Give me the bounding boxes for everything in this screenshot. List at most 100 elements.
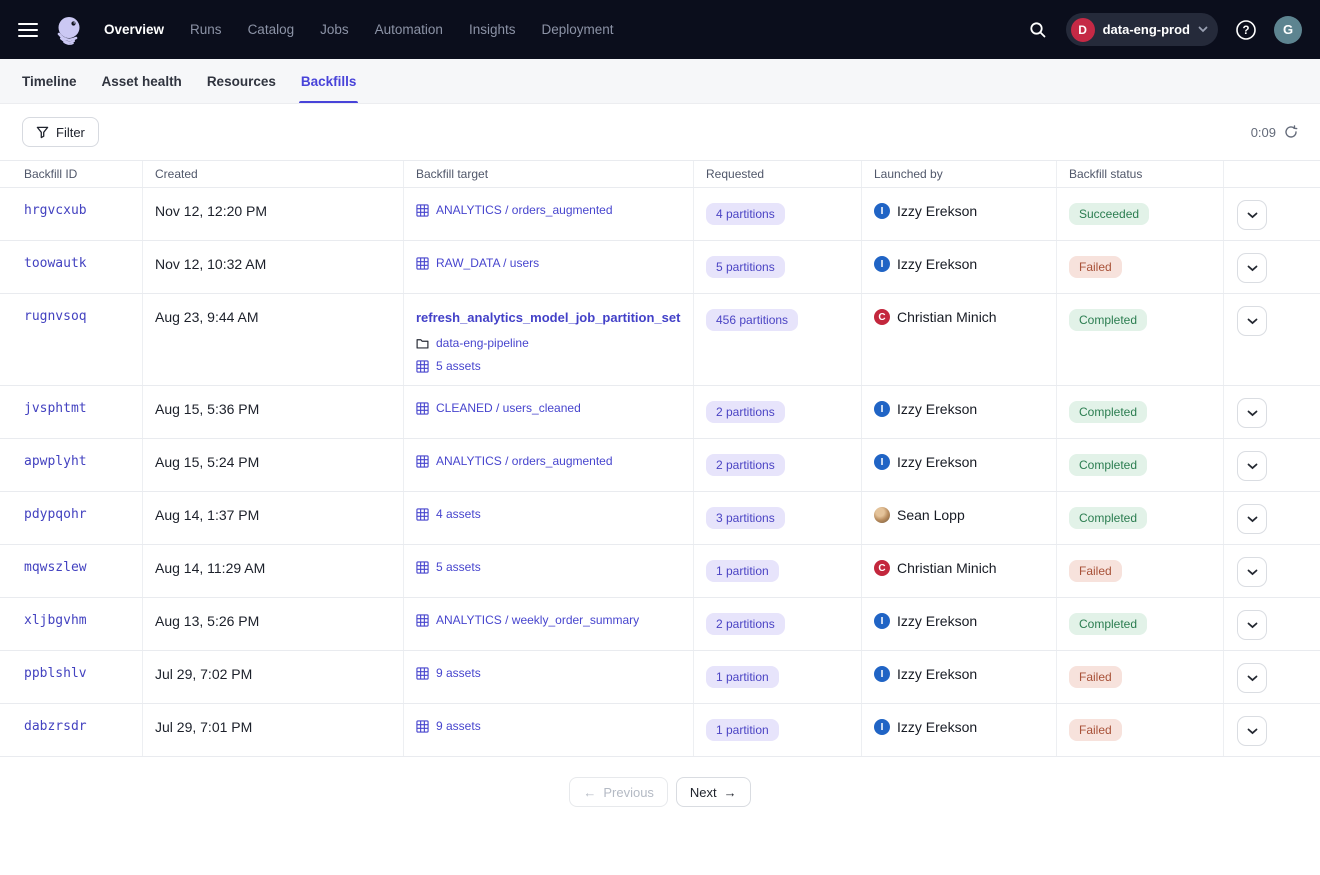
- created-cell: Aug 15, 5:36 PM: [143, 386, 404, 438]
- launched-by-cell: CChristian Minich: [862, 294, 1057, 385]
- nav-item-deployment[interactable]: Deployment: [541, 22, 613, 37]
- tab-timeline[interactable]: Timeline: [22, 59, 77, 103]
- previous-page-button[interactable]: ← Previous: [569, 777, 668, 807]
- next-page-button[interactable]: Next →: [676, 777, 751, 807]
- filter-button[interactable]: Filter: [22, 117, 99, 147]
- table-row: mqwszlew Aug 14, 11:29 AM 5 assets 1 partit…: [0, 545, 1320, 598]
- requested-cell: 2 partitions: [694, 439, 862, 491]
- status-badge: Completed: [1069, 401, 1147, 423]
- row-menu-button[interactable]: [1237, 557, 1267, 587]
- created-cell: Aug 14, 11:29 AM: [143, 545, 404, 597]
- backfill-target-cell: 9 assets: [404, 704, 694, 756]
- refresh-icon[interactable]: [1284, 125, 1298, 139]
- search-icon[interactable]: [1023, 15, 1053, 45]
- backfill-id-link[interactable]: apwplyht: [24, 454, 87, 469]
- launcher-avatar: I: [874, 256, 890, 272]
- target-link[interactable]: ANALYTICS / weekly_order_summary: [436, 613, 639, 627]
- target-line: ANALYTICS / orders_augmented: [416, 454, 681, 468]
- launcher-name: Izzy Erekson: [897, 203, 977, 219]
- backfill-id-link[interactable]: toowautk: [24, 256, 87, 271]
- actions-cell: [1224, 545, 1320, 597]
- row-menu-button[interactable]: [1237, 253, 1267, 283]
- nav-item-jobs[interactable]: Jobs: [320, 22, 349, 37]
- partitions-badge[interactable]: 1 partition: [706, 719, 779, 741]
- dagster-logo-icon[interactable]: [52, 13, 86, 47]
- created-cell: Jul 29, 7:01 PM: [143, 704, 404, 756]
- pagination: ← Previous Next →: [0, 777, 1320, 807]
- tab-resources[interactable]: Resources: [207, 59, 276, 103]
- row-menu-button[interactable]: [1237, 504, 1267, 534]
- row-menu-button[interactable]: [1237, 663, 1267, 693]
- table-row: apwplyhtAug 15, 5:24 PMANALYTICS / order…: [0, 439, 1320, 492]
- workspace-switcher[interactable]: D data-eng-prod: [1066, 13, 1218, 46]
- row-menu-button[interactable]: [1237, 610, 1267, 640]
- row-menu-button[interactable]: [1237, 200, 1267, 230]
- actions-cell: [1224, 651, 1320, 703]
- launcher-name: Sean Lopp: [897, 507, 965, 523]
- arrow-left-icon: ←: [583, 785, 596, 800]
- row-menu-button[interactable]: [1237, 306, 1267, 336]
- partitions-badge[interactable]: 2 partitions: [706, 401, 785, 423]
- row-menu-button[interactable]: [1237, 716, 1267, 746]
- partitions-badge[interactable]: 456 partitions: [706, 309, 798, 331]
- launcher-name: Christian Minich: [897, 560, 997, 576]
- backfill-status-cell: Completed: [1057, 294, 1224, 385]
- launcher-avatar: I: [874, 203, 890, 219]
- target-link[interactable]: 5 assets: [436, 359, 481, 373]
- backfill-id-link[interactable]: mqwszlew: [24, 560, 87, 575]
- launcher-name: Izzy Erekson: [897, 256, 977, 272]
- target-link[interactable]: ANALYTICS / orders_augmented: [436, 454, 613, 468]
- chevron-down-icon: [1247, 212, 1258, 219]
- table-icon: [416, 720, 429, 733]
- chevron-down-icon: [1247, 463, 1258, 470]
- partitions-badge[interactable]: 3 partitions: [706, 507, 785, 529]
- target-link[interactable]: RAW_DATA / users: [436, 256, 539, 270]
- target-line: RAW_DATA / users: [416, 256, 681, 270]
- nav-item-overview[interactable]: Overview: [104, 22, 164, 37]
- table-icon: [416, 204, 429, 217]
- launcher-avatar: [874, 507, 890, 523]
- target-link[interactable]: 5 assets: [436, 560, 481, 574]
- menu-icon[interactable]: [18, 23, 38, 37]
- partitions-badge[interactable]: 5 partitions: [706, 256, 785, 278]
- help-icon[interactable]: ?: [1231, 15, 1261, 45]
- user-avatar[interactable]: G: [1274, 16, 1302, 44]
- target-link[interactable]: 9 assets: [436, 666, 481, 680]
- row-menu-button[interactable]: [1237, 398, 1267, 428]
- job-title-link[interactable]: refresh_analytics_model_job_partition_se…: [416, 310, 680, 325]
- partitions-badge[interactable]: 2 partitions: [706, 454, 785, 476]
- backfill-id-link[interactable]: pdypqohr: [24, 507, 87, 522]
- partitions-badge[interactable]: 1 partition: [706, 666, 779, 688]
- tab-backfills[interactable]: Backfills: [301, 59, 357, 103]
- table-row: dabzrsdr Jul 29, 7:01 PM 9 assets 1 partiti…: [0, 704, 1320, 757]
- target-link[interactable]: 9 assets: [436, 719, 481, 733]
- launched-by-cell: IIzzy Erekson: [862, 598, 1057, 650]
- backfill-id-link[interactable]: rugnvsoq: [24, 309, 87, 324]
- tab-asset-health[interactable]: Asset health: [102, 59, 182, 103]
- backfill-id-link[interactable]: hrgvcxub: [24, 203, 87, 218]
- partitions-badge[interactable]: 4 partitions: [706, 203, 785, 225]
- nav-item-runs[interactable]: Runs: [190, 22, 222, 37]
- nav-item-insights[interactable]: Insights: [469, 22, 516, 37]
- target-link[interactable]: data-eng-pipeline: [436, 336, 529, 350]
- workspace-name: data-eng-prod: [1103, 22, 1190, 37]
- backfill-target-cell: CLEANED / users_cleaned: [404, 386, 694, 438]
- target-link[interactable]: 4 assets: [436, 507, 481, 521]
- nav-item-automation[interactable]: Automation: [375, 22, 443, 37]
- requested-cell: 1 partition: [694, 545, 862, 597]
- backfill-id-link[interactable]: xljbgvhm: [24, 613, 87, 628]
- target-link[interactable]: CLEANED / users_cleaned: [436, 401, 581, 415]
- backfill-id-link[interactable]: ppblshlv: [24, 666, 87, 681]
- launcher-avatar: I: [874, 613, 890, 629]
- table-row: ppblshlvJul 29, 7:02 PM9 assets1 partiti…: [0, 651, 1320, 704]
- workspace-badge: D: [1071, 18, 1095, 42]
- nav-item-catalog[interactable]: Catalog: [248, 22, 295, 37]
- target-link[interactable]: ANALYTICS / orders_augmented: [436, 203, 613, 217]
- backfill-id-link[interactable]: jvsphtmt: [24, 401, 87, 416]
- backfill-id-link[interactable]: dabzrsdr: [24, 719, 87, 734]
- partitions-badge[interactable]: 1 partition: [706, 560, 779, 582]
- table-icon: [416, 455, 429, 468]
- chevron-down-icon: [1247, 265, 1258, 272]
- row-menu-button[interactable]: [1237, 451, 1267, 481]
- partitions-badge[interactable]: 2 partitions: [706, 613, 785, 635]
